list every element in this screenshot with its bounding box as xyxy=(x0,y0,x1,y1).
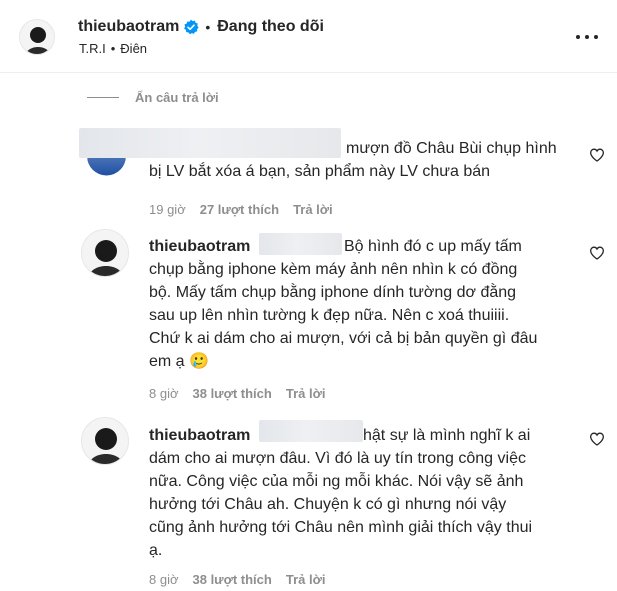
hide-replies-line xyxy=(87,97,119,98)
comment-line: ạ. xyxy=(149,542,163,559)
comment-username[interactable]: thieubaotram xyxy=(149,427,250,444)
comment-text: mượn đồ Châu Bùi chụp hình xyxy=(346,137,596,160)
author-subtitle: T.R.I • Điên xyxy=(79,41,147,56)
heart-icon[interactable] xyxy=(589,147,605,163)
comment-likes[interactable]: 38 lượt thích xyxy=(193,572,272,587)
blurred-mention xyxy=(259,420,363,442)
heart-icon[interactable] xyxy=(589,245,605,261)
comment-meta: 8 giờ 38 lượt thích Trả lời xyxy=(149,386,325,401)
comment-line: em ạ 🥲 xyxy=(149,353,209,370)
reply-button[interactable]: Trả lời xyxy=(293,202,333,217)
blurred-mention xyxy=(259,233,342,255)
verified-badge-icon xyxy=(183,19,199,35)
comment-meta: 19 giờ 27 lượt thích Trả lời xyxy=(149,202,333,217)
comment-line: nữa. Công việc của mỗi ng mỗi khác. Nói … xyxy=(149,473,524,490)
comment-text: hật sự là mình nghĩ k ai xyxy=(363,424,588,447)
comment-line: Chứ k ai dám cho ai mượn, với cả bị bản … xyxy=(149,330,538,347)
comment-line: bộ. Mấy tấm chụp bằng iphone dính tường … xyxy=(149,284,517,301)
author-username[interactable]: thieubaotram xyxy=(78,18,179,36)
more-options-icon[interactable] xyxy=(576,27,598,47)
heart-icon[interactable] xyxy=(589,431,605,447)
comment-line: cũng ảnh hưởng tới Châu nên mình giải th… xyxy=(149,519,533,536)
commenter-avatar[interactable] xyxy=(81,229,129,277)
more-dot xyxy=(585,35,589,39)
blurred-username xyxy=(79,128,341,158)
commenter-avatar[interactable] xyxy=(81,417,129,465)
comment-text: Bộ hình đó c up mấy tấm xyxy=(344,235,589,258)
comment-line: dám cho ai mượn đâu. Vì đó là uy tín tro… xyxy=(149,450,526,467)
subtitle-part[interactable]: T.R.I xyxy=(79,41,106,56)
comment-time: 19 giờ xyxy=(149,202,186,217)
hide-replies-button[interactable]: Ẩn câu trả lời xyxy=(87,90,219,105)
comment-username[interactable]: thieubaotram xyxy=(149,238,250,255)
separator-dot: • xyxy=(205,19,211,35)
comment-line: sau up lên nhìn tường k đẹp nữa. Nên c x… xyxy=(149,307,510,324)
reply-button[interactable]: Trả lời xyxy=(286,572,326,587)
subtitle-part[interactable]: Điên xyxy=(120,41,147,56)
comment-likes[interactable]: 27 lượt thích xyxy=(200,202,279,217)
comment-line: bị LV bắt xóa á bạn, sản phẩm này LV chư… xyxy=(149,163,491,180)
comment-line: Bộ hình đó c up mấy tấm xyxy=(344,238,522,255)
follow-status-button[interactable]: Đang theo dõi xyxy=(217,18,324,36)
post-header: thieubaotram • Đang theo dõi T.R.I • Điên xyxy=(0,0,617,72)
header-divider xyxy=(0,72,617,73)
more-dot xyxy=(576,35,580,39)
comment-text: chụp bằng iphone kèm máy ảnh nên nhìn k … xyxy=(149,258,594,373)
subtitle-separator: • xyxy=(110,41,116,56)
comment-line: mượn đồ Châu Bùi chụp hình xyxy=(346,140,557,157)
author-avatar[interactable] xyxy=(19,19,55,55)
comment-text: bị LV bắt xóa á bạn, sản phẩm này LV chư… xyxy=(149,160,589,183)
comment-meta: 8 giờ 38 lượt thích Trả lời xyxy=(149,572,325,587)
comment-line: chụp bằng iphone kèm máy ảnh nên nhìn k … xyxy=(149,261,518,278)
hide-replies-label: Ẩn câu trả lời xyxy=(135,90,219,105)
comment-time: 8 giờ xyxy=(149,572,179,587)
comment-time: 8 giờ xyxy=(149,386,179,401)
comment-text: dám cho ai mượn đâu. Vì đó là uy tín tro… xyxy=(149,447,594,562)
comment-line: hưởng tới Châu ah. Chuyện k có gì nhưng … xyxy=(149,496,507,513)
more-dot xyxy=(594,35,598,39)
comment-line: hật sự là mình nghĩ k ai xyxy=(363,427,531,444)
comment-likes[interactable]: 38 lượt thích xyxy=(193,386,272,401)
reply-button[interactable]: Trả lời xyxy=(286,386,326,401)
